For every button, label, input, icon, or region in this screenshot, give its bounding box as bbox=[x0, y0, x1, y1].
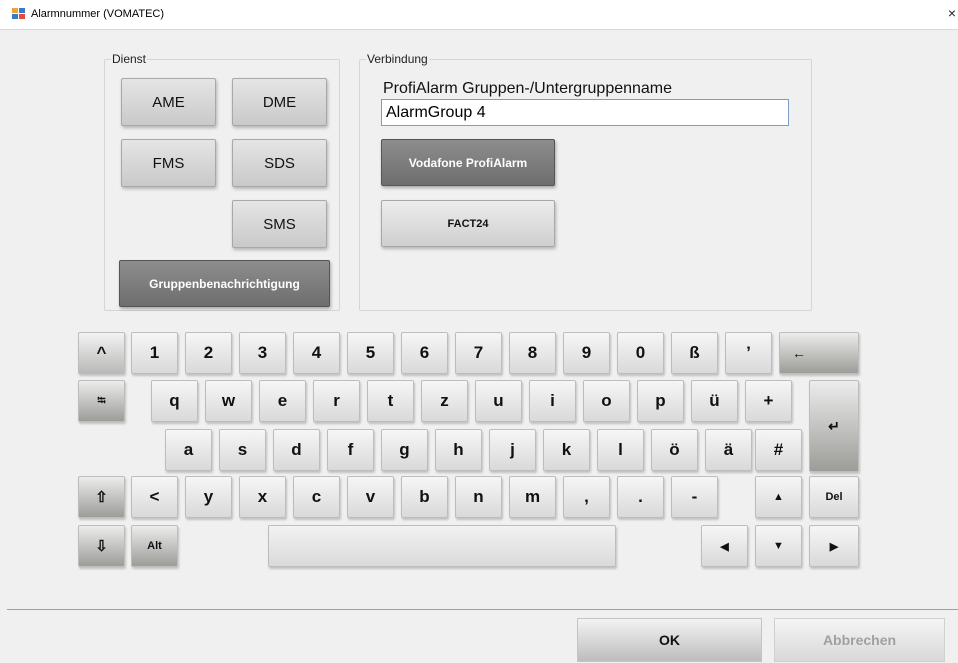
app-window-icon bbox=[12, 8, 25, 20]
key-v[interactable]: v bbox=[347, 476, 394, 518]
key-t[interactable]: t bbox=[367, 380, 414, 422]
dme-button[interactable]: DME bbox=[232, 78, 327, 126]
key-n[interactable]: n bbox=[455, 476, 502, 518]
cancel-button[interactable]: Abbrechen bbox=[774, 618, 945, 662]
key-shift[interactable]: ⇧ bbox=[78, 476, 125, 518]
key-y[interactable]: y bbox=[185, 476, 232, 518]
ok-button[interactable]: OK bbox=[577, 618, 762, 662]
key-backspace[interactable]: ← bbox=[779, 332, 859, 374]
key-a[interactable]: a bbox=[165, 429, 212, 471]
key-o[interactable]: o bbox=[583, 380, 630, 422]
key-oe[interactable]: ö bbox=[651, 429, 698, 471]
group-name-input[interactable] bbox=[381, 99, 789, 126]
key-5[interactable]: 5 bbox=[347, 332, 394, 374]
key-w[interactable]: w bbox=[205, 380, 252, 422]
key-j[interactable]: j bbox=[489, 429, 536, 471]
key-minus[interactable]: - bbox=[671, 476, 718, 518]
key-period[interactable]: . bbox=[617, 476, 664, 518]
key-z[interactable]: z bbox=[421, 380, 468, 422]
key-delete[interactable]: Del bbox=[809, 476, 859, 518]
key-i[interactable]: i bbox=[529, 380, 576, 422]
vodafone-profialarm-button[interactable]: Vodafone ProfiAlarm bbox=[381, 139, 555, 186]
fact24-button[interactable]: FACT24 bbox=[381, 200, 555, 247]
key-2[interactable]: 2 bbox=[185, 332, 232, 374]
key-apostrophe[interactable]: ’ bbox=[725, 332, 772, 374]
key-space[interactable] bbox=[268, 525, 616, 567]
key-caps[interactable]: ⇩ bbox=[78, 525, 125, 567]
fms-button[interactable]: FMS bbox=[121, 139, 216, 187]
key-comma[interactable]: , bbox=[563, 476, 610, 518]
key-c[interactable]: c bbox=[293, 476, 340, 518]
key-enter[interactable]: ↵ bbox=[809, 380, 859, 472]
key-h[interactable]: h bbox=[435, 429, 482, 471]
key-7[interactable]: 7 bbox=[455, 332, 502, 374]
key-tab[interactable]: ⭾ bbox=[78, 380, 125, 422]
key-8[interactable]: 8 bbox=[509, 332, 556, 374]
gruppenbenachrichtigung-button[interactable]: Gruppenbenachrichtigung bbox=[119, 260, 330, 307]
key-u[interactable]: u bbox=[475, 380, 522, 422]
verbindung-legend: Verbindung bbox=[367, 52, 428, 66]
key-0[interactable]: 0 bbox=[617, 332, 664, 374]
title-bar: Alarmnummer (VOMATEC) × bbox=[0, 0, 958, 30]
key-d[interactable]: d bbox=[273, 429, 320, 471]
ame-button[interactable]: AME bbox=[121, 78, 216, 126]
key-caret[interactable]: ^ bbox=[78, 332, 125, 374]
key-ue[interactable]: ü bbox=[691, 380, 738, 422]
arrow-down-key[interactable]: ▼ bbox=[755, 525, 802, 567]
key-f[interactable]: f bbox=[327, 429, 374, 471]
key-eszett[interactable]: ß bbox=[671, 332, 718, 374]
key-p[interactable]: p bbox=[637, 380, 684, 422]
key-plus[interactable]: + bbox=[745, 380, 792, 422]
sds-button[interactable]: SDS bbox=[232, 139, 327, 187]
key-r[interactable]: r bbox=[313, 380, 360, 422]
key-l[interactable]: l bbox=[597, 429, 644, 471]
key-e[interactable]: e bbox=[259, 380, 306, 422]
key-m[interactable]: m bbox=[509, 476, 556, 518]
key-1[interactable]: 1 bbox=[131, 332, 178, 374]
key-9[interactable]: 9 bbox=[563, 332, 610, 374]
close-icon[interactable]: × bbox=[948, 5, 956, 21]
key-less-than[interactable]: < bbox=[131, 476, 178, 518]
key-s[interactable]: s bbox=[219, 429, 266, 471]
arrow-left-key[interactable]: ◀ bbox=[701, 525, 748, 567]
key-b[interactable]: b bbox=[401, 476, 448, 518]
window-title: Alarmnummer (VOMATEC) bbox=[31, 8, 165, 20]
arrow-up-key[interactable]: ▲ bbox=[755, 476, 802, 518]
dienst-legend: Dienst bbox=[112, 52, 147, 66]
key-6[interactable]: 6 bbox=[401, 332, 448, 374]
key-x[interactable]: x bbox=[239, 476, 286, 518]
key-hash[interactable]: # bbox=[755, 429, 802, 471]
group-name-label: ProfiAlarm Gruppen-/Untergruppenname bbox=[383, 80, 673, 97]
key-k[interactable]: k bbox=[543, 429, 590, 471]
key-alt[interactable]: Alt bbox=[131, 525, 178, 567]
sms-button[interactable]: SMS bbox=[232, 200, 327, 248]
key-ae[interactable]: ä bbox=[705, 429, 752, 471]
key-g[interactable]: g bbox=[381, 429, 428, 471]
key-3[interactable]: 3 bbox=[239, 332, 286, 374]
key-4[interactable]: 4 bbox=[293, 332, 340, 374]
key-q[interactable]: q bbox=[151, 380, 198, 422]
arrow-right-key[interactable]: ▶ bbox=[809, 525, 859, 567]
